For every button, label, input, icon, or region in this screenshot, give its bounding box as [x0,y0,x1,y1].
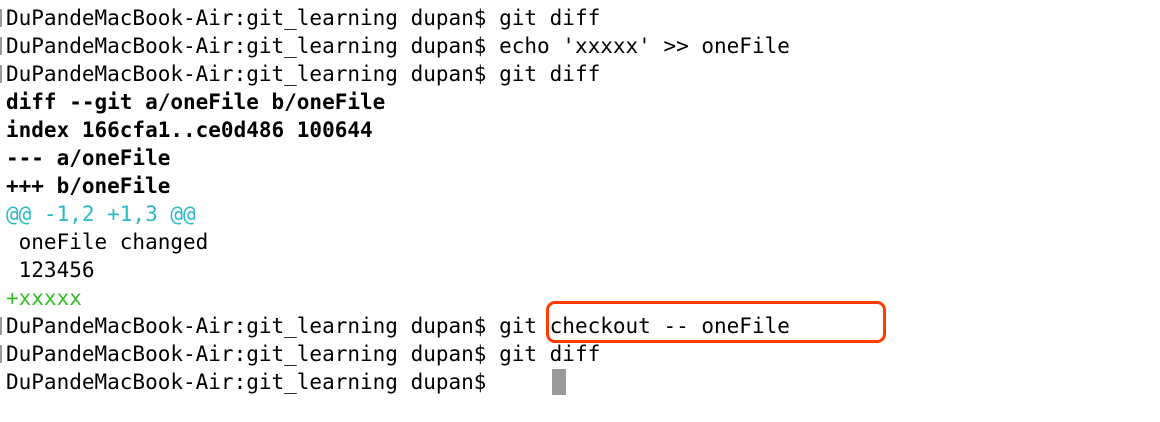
terminal-line-prompt: DuPandeMacBook-Air:git_learning dupan$ g… [6,6,601,30]
diff-old-file-line: --- a/oneFile [6,146,171,170]
diff-context-line: oneFile changed [6,230,209,254]
diff-hunk-line: @@ -1,2 +1,3 @@ [6,202,196,226]
line-marker [0,37,2,55]
line-marker [0,9,2,27]
diff-new-file-line: +++ b/oneFile [6,174,171,198]
line-marker [0,345,2,363]
terminal-line-prompt: DuPandeMacBook-Air:git_learning dupan$ [6,370,500,394]
terminal-line-prompt: DuPandeMacBook-Air:git_learning dupan$ e… [6,34,790,58]
line-marker [0,65,2,83]
diff-index-line: index 166cfa1..ce0d486 100644 [6,118,373,142]
line-marker [0,317,2,335]
terminal-cursor [552,369,566,395]
terminal-window[interactable]: DuPandeMacBook-Air:git_learning dupan$ g… [0,0,1160,422]
highlight-annotation-box [546,301,886,343]
diff-header-line: diff --git a/oneFile b/oneFile [6,90,386,114]
diff-added-line: +xxxxx [6,286,82,310]
terminal-line-prompt: DuPandeMacBook-Air:git_learning dupan$ g… [6,62,601,86]
terminal-line-prompt: DuPandeMacBook-Air:git_learning dupan$ g… [6,342,601,366]
diff-context-line: 123456 [6,258,95,282]
